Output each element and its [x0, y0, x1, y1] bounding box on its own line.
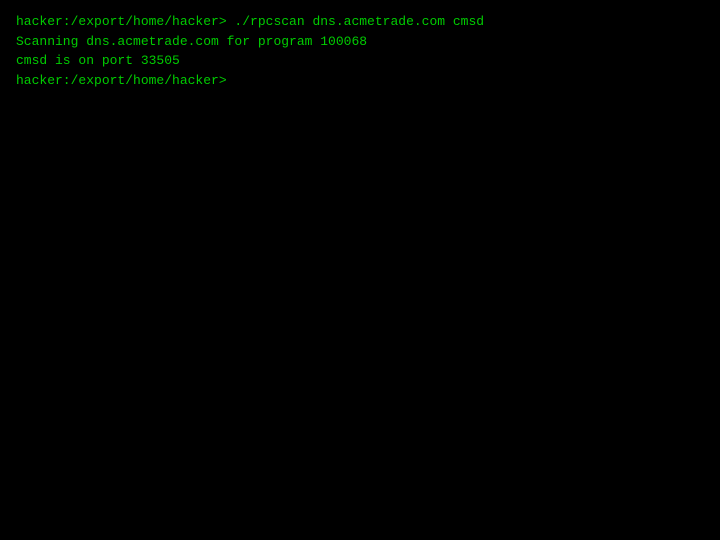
- terminal-line-1: hacker:/export/home/hacker> ./rpcscan dn…: [16, 12, 704, 32]
- terminal-line-3: cmsd is on port 33505: [16, 51, 704, 71]
- terminal-line-2: Scanning dns.acmetrade.com for program 1…: [16, 32, 704, 52]
- terminal-window[interactable]: hacker:/export/home/hacker> ./rpcscan dn…: [0, 0, 720, 540]
- terminal-line-4: hacker:/export/home/hacker>: [16, 71, 704, 91]
